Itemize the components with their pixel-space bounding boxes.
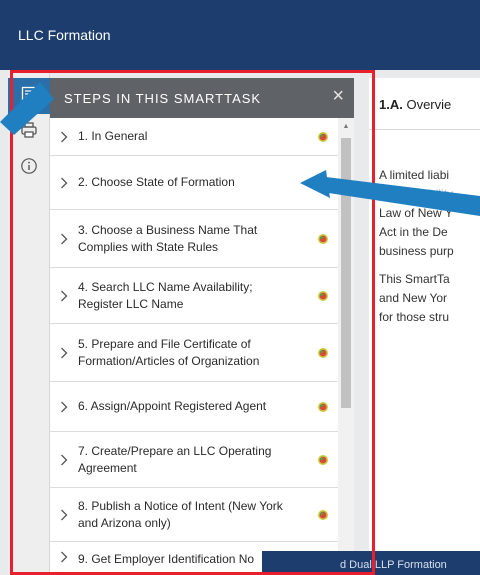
step-item-4[interactable]: 4. Search LLC Name Availability; Registe… <box>50 268 338 324</box>
list-icon <box>21 86 37 107</box>
chevron-right-icon <box>50 233 78 245</box>
section-number: 1.A. <box>379 97 403 112</box>
chevron-right-icon <box>50 551 78 563</box>
step-item-3[interactable]: 3. Choose a Business Name That Complies … <box>50 210 338 268</box>
step-item-1[interactable]: 1. In General <box>50 118 338 156</box>
chevron-right-icon <box>50 347 78 359</box>
paragraph-line: Law of New Y <box>379 206 453 220</box>
chevron-right-icon <box>50 177 78 189</box>
info-button[interactable] <box>8 150 50 186</box>
step-item-8[interactable]: 8. Publish a Notice of Intent (New York … <box>50 488 338 542</box>
step-label: 2. Choose State of Formation <box>78 175 235 189</box>
paragraph-line: for those stru <box>379 310 450 324</box>
section-body: A limited liabi limited liability Law of… <box>369 130 480 327</box>
steps-panel-title: STEPS IN THIS SMARTTASK <box>64 91 262 106</box>
paragraph-line: business purp <box>379 244 454 258</box>
app-title: LLC Formation <box>18 27 111 43</box>
section-heading: 1.A. Overvie <box>369 78 480 130</box>
steps-panel: STEPS IN THIS SMARTTASK × 1. In General … <box>50 78 354 575</box>
section-title: Overvie <box>402 97 452 112</box>
status-dot-icon <box>308 509 338 521</box>
status-dot-icon <box>308 177 338 189</box>
bottom-bar-label: d Dual LLP Formation <box>340 559 447 571</box>
step-label: 3. Choose a Business Name That Complies … <box>78 222 258 254</box>
scroll-up-icon[interactable]: ▲ <box>341 122 351 132</box>
status-dot-icon <box>308 454 338 466</box>
step-item-2[interactable]: 2. Choose State of Formation <box>50 156 338 210</box>
side-rail <box>8 70 50 575</box>
status-dot-icon <box>308 401 338 413</box>
status-dot-icon <box>308 290 338 302</box>
overview-paragraph-1: A limited liabi limited liability Law of… <box>379 166 480 261</box>
step-item-7[interactable]: 7. Create/Prepare an LLC Operating Agree… <box>50 432 338 488</box>
bottom-bar[interactable]: d Dual LLP Formation <box>262 551 480 575</box>
steps-list-button[interactable] <box>8 78 50 114</box>
app-header: LLC Formation <box>0 0 480 70</box>
paragraph-line: A limited liabi <box>379 168 450 182</box>
content-pane: 1.A. Overvie A limited liabi limited lia… <box>369 78 480 575</box>
chevron-right-icon <box>50 290 78 302</box>
chevron-right-icon <box>50 509 78 521</box>
steps-scrollbar[interactable]: ▲ <box>338 118 354 575</box>
close-icon[interactable]: × <box>332 86 344 106</box>
step-label: 5. Prepare and File Certificate of Forma… <box>78 336 260 368</box>
info-icon <box>20 157 38 180</box>
steps-list: 1. In General 2. Choose State of Formati… <box>50 118 338 575</box>
overview-paragraph-2: This SmartTa and New Yor for those stru <box>379 270 480 327</box>
status-dot-icon <box>308 233 338 245</box>
step-label: 4. Search LLC Name Availability; Registe… <box>78 279 253 311</box>
chevron-right-icon <box>50 131 78 143</box>
step-label: 1. In General <box>78 129 148 143</box>
paragraph-line: and New Yor <box>379 291 448 305</box>
status-dot-icon <box>308 131 338 143</box>
paragraph-line: Act in the De <box>379 225 448 239</box>
print-icon <box>20 121 38 144</box>
step-item-5[interactable]: 5. Prepare and File Certificate of Forma… <box>50 324 338 382</box>
steps-panel-header: STEPS IN THIS SMARTTASK × <box>50 78 354 118</box>
step-item-6[interactable]: 6. Assign/Appoint Registered Agent <box>50 382 338 432</box>
step-label: 6. Assign/Appoint Registered Agent <box>78 399 267 413</box>
scrollbar-thumb[interactable] <box>341 138 351 408</box>
status-dot-icon <box>308 347 338 359</box>
chevron-right-icon <box>50 401 78 413</box>
paragraph-line: limited liability <box>379 187 454 201</box>
step-label: 8. Publish a Notice of Intent (New York … <box>78 498 283 530</box>
print-button[interactable] <box>8 114 50 150</box>
paragraph-line: This SmartTa <box>379 272 450 286</box>
step-label: 7. Create/Prepare an LLC Operating Agree… <box>78 443 272 475</box>
chevron-right-icon <box>50 454 78 466</box>
